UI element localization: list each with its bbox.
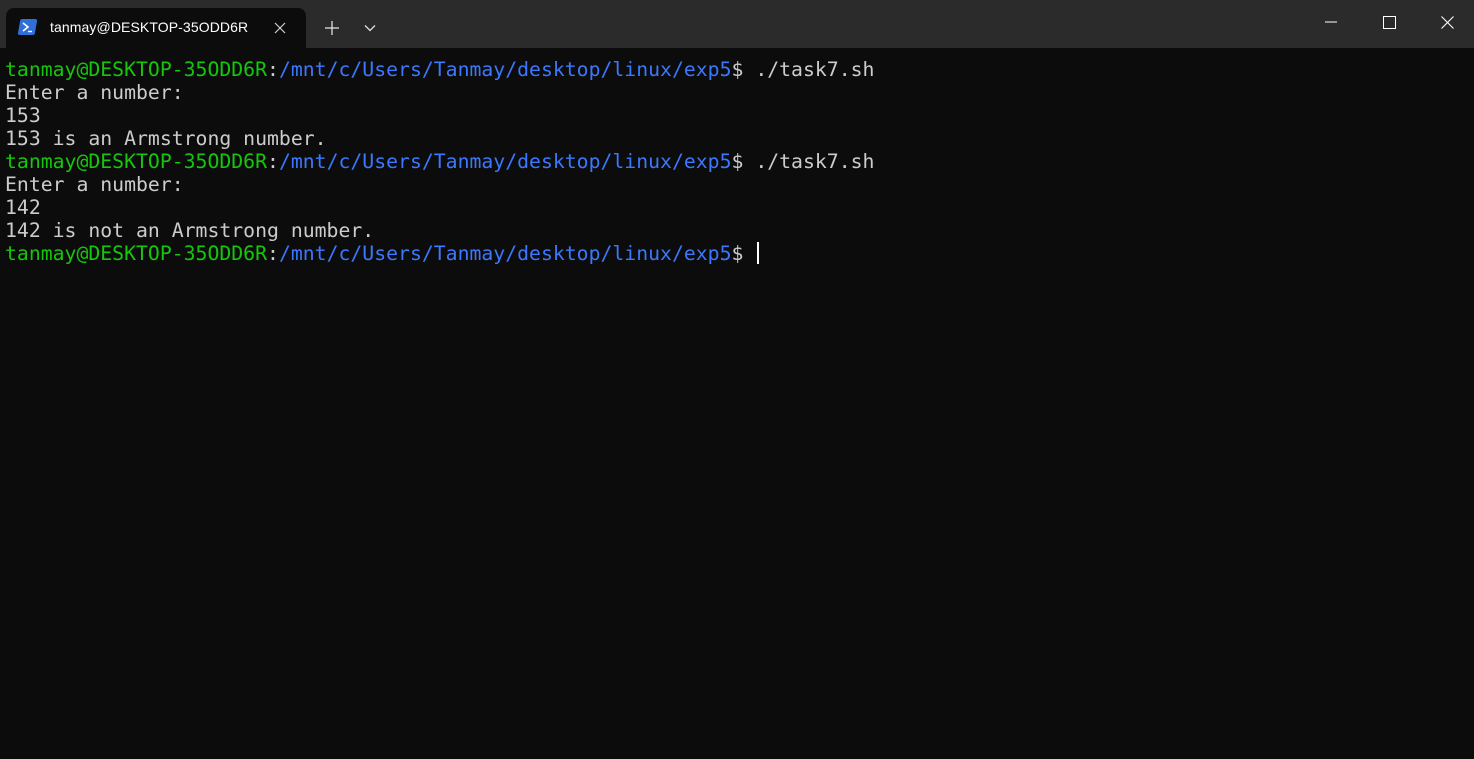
new-tab-plus-icon[interactable]: [318, 14, 346, 42]
prompt-path: /mnt/c/Users/Tanmay/desktop/linux/exp5: [278, 58, 732, 81]
prompt-symbol: $: [731, 242, 744, 265]
prompt-user-host: tanmay@DESKTOP-35ODD6R: [5, 242, 268, 265]
prompt-line: tanmay@DESKTOP-35ODD6R:/mnt/c/Users/Tanm…: [5, 58, 1474, 81]
prompt-path: /mnt/c/Users/Tanmay/desktop/linux/exp5: [278, 242, 732, 265]
close-icon[interactable]: [1418, 0, 1474, 44]
prompt-separator: :: [267, 150, 279, 173]
output-line: Enter a number:: [5, 81, 184, 104]
output-line: 153 is an Armstrong number.: [5, 127, 327, 150]
chevron-down-icon[interactable]: [356, 14, 384, 42]
command-text: ./task7.sh: [743, 58, 875, 81]
prompt-user-host: tanmay@DESKTOP-35ODD6R: [5, 58, 268, 81]
command-text: ./task7.sh: [743, 150, 875, 173]
prompt-line: tanmay@DESKTOP-35ODD6R:/mnt/c/Users/Tanm…: [5, 242, 1474, 265]
tab-close-icon[interactable]: [270, 18, 290, 38]
prompt-path: /mnt/c/Users/Tanmay/desktop/linux/exp5: [278, 150, 732, 173]
prompt-symbol: $: [731, 150, 744, 173]
minimize-icon[interactable]: [1302, 0, 1360, 44]
title-bar: tanmay@DESKTOP-35ODD6R: [0, 0, 1474, 48]
terminal-output[interactable]: tanmay@DESKTOP-35ODD6R:/mnt/c/Users/Tanm…: [0, 48, 1474, 759]
prompt-user-host: tanmay@DESKTOP-35ODD6R: [5, 150, 268, 173]
prompt-symbol: $: [731, 58, 744, 81]
powershell-icon: [17, 19, 38, 35]
output-line: 142 is not an Armstrong number.: [5, 219, 375, 242]
output-line: Enter a number:: [5, 173, 184, 196]
text-cursor: [757, 242, 760, 264]
prompt-separator: :: [267, 242, 279, 265]
prompt-separator: :: [267, 58, 279, 81]
command-text: [743, 242, 755, 265]
maximize-icon[interactable]: [1360, 0, 1418, 44]
tab-terminal[interactable]: tanmay@DESKTOP-35ODD6R: [6, 8, 306, 48]
prompt-line: tanmay@DESKTOP-35ODD6R:/mnt/c/Users/Tanm…: [5, 150, 1474, 173]
output-line: 153: [5, 104, 41, 127]
tab-title: tanmay@DESKTOP-35ODD6R: [50, 19, 249, 35]
output-line: 142: [5, 196, 41, 219]
